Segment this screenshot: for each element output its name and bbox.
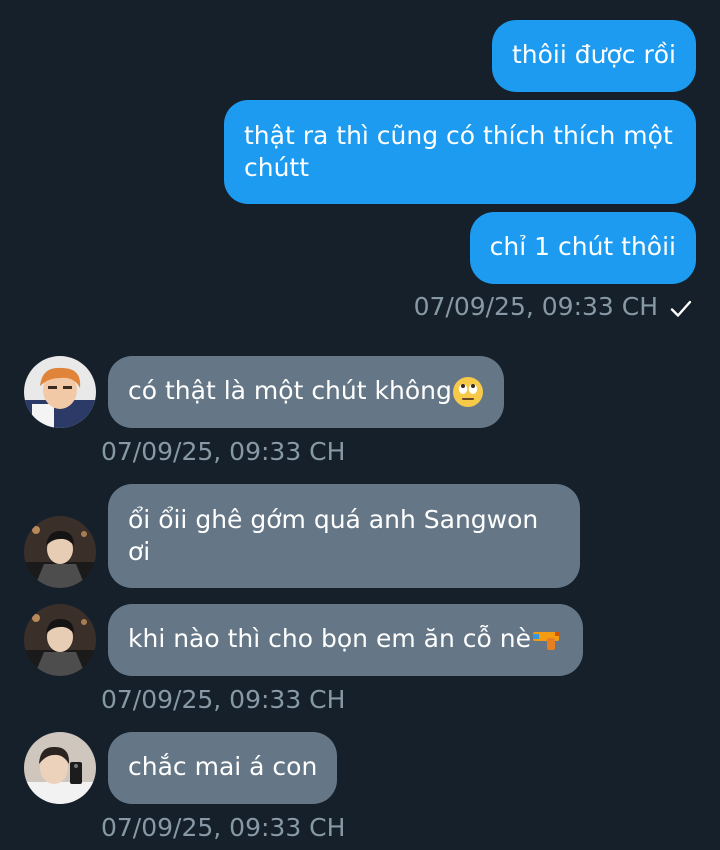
avatar-dark-hair[interactable] [24, 516, 96, 588]
outgoing-message[interactable]: thật ra thì cũng có thích thích một chút… [224, 100, 696, 204]
message-timestamp: 07/09/25, 09:33 CH [101, 685, 346, 714]
chat-thread: thôii được rồi thật ra thì cũng có thích… [0, 0, 720, 850]
message-text: chỉ 1 chút thôii [489, 232, 676, 261]
message-text: chắc mai á con [128, 752, 318, 781]
message-text: ổi ổii ghê gớm quá anh Sangwon ơi [128, 505, 539, 566]
avatar-mirror-selfie[interactable] [24, 732, 96, 804]
outgoing-message[interactable]: thôii được rồi [491, 20, 696, 92]
rolling-eyes-emoji [452, 377, 483, 407]
incoming-message[interactable]: khi nào thì cho bọn em ăn cỗ nè [108, 604, 583, 676]
incoming-message[interactable]: ổi ổii ghê gớm quá anh Sangwon ơi [108, 484, 580, 588]
message-text: thật ra thì cũng có thích thích một chút… [244, 121, 673, 182]
message-timestamp: 07/09/25, 09:33 CH [413, 292, 658, 321]
message-timestamp: 07/09/25, 09:33 CH [101, 437, 346, 466]
avatar-dark-hair[interactable] [24, 604, 96, 676]
outgoing-message[interactable]: chỉ 1 chút thôii [469, 212, 696, 284]
message-timestamp: 07/09/25, 09:33 CH [101, 813, 346, 842]
check-icon [670, 300, 692, 317]
avatar-orange-hair[interactable] [24, 356, 96, 428]
message-text: có thật là một chút không [128, 376, 452, 405]
incoming-message[interactable]: chắc mai á con [108, 732, 338, 804]
message-text: khi nào thì cho bọn em ăn cỗ nè [128, 624, 531, 653]
message-text: thôii được rồi [511, 40, 676, 69]
water-gun-emoji [532, 632, 559, 650]
incoming-message[interactable]: có thật là một chút không [108, 356, 504, 428]
